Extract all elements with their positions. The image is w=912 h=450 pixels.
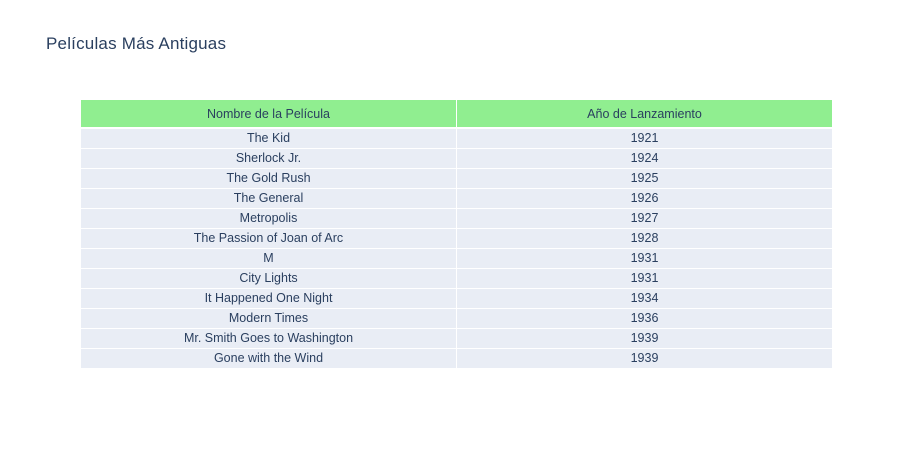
- cell-movie-name: Mr. Smith Goes to Washington: [81, 328, 457, 349]
- table-row: Mr. Smith Goes to Washington 1939: [81, 328, 832, 349]
- table-row: It Happened One Night 1934: [81, 288, 832, 309]
- table-row: Modern Times 1936: [81, 308, 832, 329]
- table-row: The General 1926: [81, 188, 832, 209]
- cell-release-year: 1939: [456, 328, 832, 349]
- cell-movie-name: Gone with the Wind: [81, 348, 457, 369]
- cell-release-year: 1931: [456, 248, 832, 269]
- table-body: The Kid 1921 Sherlock Jr. 1924 The Gold Rush…: [81, 128, 832, 369]
- cell-movie-name: Sherlock Jr.: [81, 148, 457, 169]
- cell-movie-name: Metropolis: [81, 208, 457, 229]
- cell-movie-name: M: [81, 248, 457, 269]
- table-header-row: Nombre de la Película Año de Lanzamiento: [81, 100, 832, 129]
- table-row: Metropolis 1927: [81, 208, 832, 229]
- cell-release-year: 1921: [456, 128, 832, 149]
- cell-movie-name: The Gold Rush: [81, 168, 457, 189]
- cell-movie-name: Modern Times: [81, 308, 457, 329]
- column-header-movie-name: Nombre de la Película: [81, 100, 457, 129]
- cell-release-year: 1927: [456, 208, 832, 229]
- chart-title: Películas Más Antiguas: [46, 34, 227, 53]
- table-row: Gone with the Wind 1939: [81, 348, 832, 369]
- cell-movie-name: The Kid: [81, 128, 457, 149]
- table-row: M 1931: [81, 248, 832, 269]
- cell-release-year: 1939: [456, 348, 832, 369]
- cell-movie-name: City Lights: [81, 268, 457, 289]
- cell-release-year: 1926: [456, 188, 832, 209]
- column-header-release-year: Año de Lanzamiento: [456, 100, 832, 129]
- cell-movie-name: It Happened One Night: [81, 288, 457, 309]
- table-row: The Gold Rush 1925: [81, 168, 832, 189]
- movies-table: Nombre de la Película Año de Lanzamiento…: [81, 100, 832, 369]
- cell-release-year: 1924: [456, 148, 832, 169]
- cell-release-year: 1925: [456, 168, 832, 189]
- cell-release-year: 1934: [456, 288, 832, 309]
- table-row: Sherlock Jr. 1924: [81, 148, 832, 169]
- table-row: The Passion of Joan of Arc 1928: [81, 228, 832, 249]
- cell-release-year: 1931: [456, 268, 832, 289]
- cell-movie-name: The General: [81, 188, 457, 209]
- table-row: City Lights 1931: [81, 268, 832, 289]
- cell-release-year: 1928: [456, 228, 832, 249]
- cell-movie-name: The Passion of Joan of Arc: [81, 228, 457, 249]
- table-row: The Kid 1921: [81, 128, 832, 149]
- cell-release-year: 1936: [456, 308, 832, 329]
